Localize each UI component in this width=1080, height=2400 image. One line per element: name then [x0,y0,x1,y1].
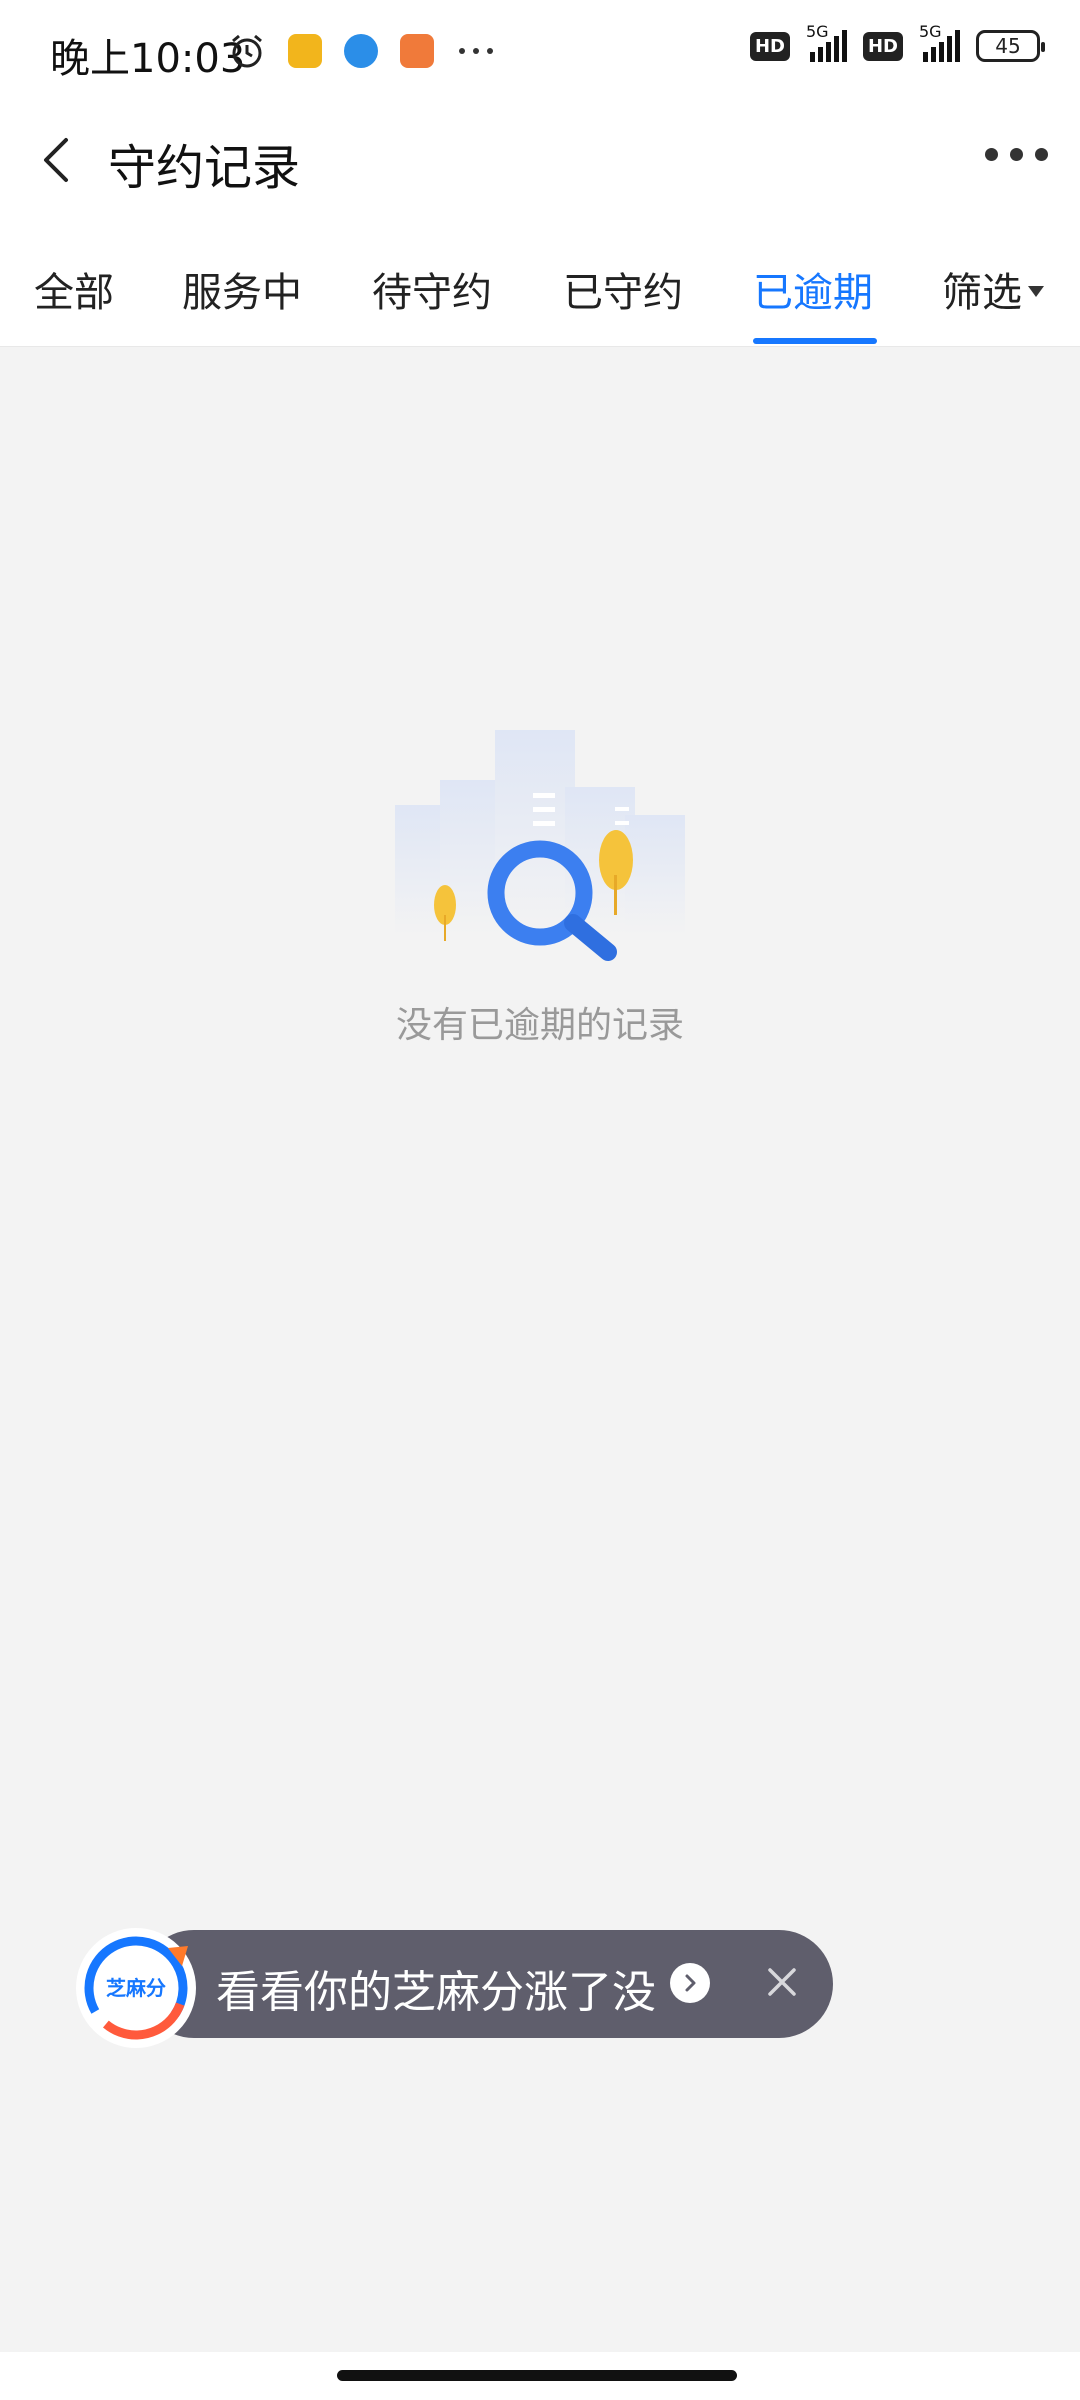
more-options-button[interactable] [985,148,1048,161]
tab-pending[interactable]: 待守约 [372,260,492,318]
active-tab-indicator [753,338,877,344]
empty-state-message: 没有已逾期的记录 [395,1005,684,1046]
tab-all[interactable]: 全部 [34,260,114,318]
caret-down-icon [1028,285,1044,297]
magnifier-illustration-icon [395,730,685,961]
network-type: 5G [805,22,829,41]
promo-text: 看看你的芝麻分涨了没 [216,1967,656,2018]
more-dot-icon [1010,148,1023,161]
home-indicator[interactable] [337,2370,737,2381]
chevron-left-icon [44,138,68,182]
more-dot-icon [985,148,998,161]
chevron-right-icon [685,1974,696,1992]
promo-go-button[interactable] [670,1963,710,2003]
app-icon-orange [400,34,434,68]
battery-icon: 45 [976,30,1045,62]
network-type: 5G [919,22,942,41]
logo-text: 芝麻分 [106,1976,166,2000]
signal-icon: 5G [919,22,960,62]
back-button[interactable] [30,130,90,190]
hd-badge: HD [862,31,903,61]
app-icon-yellow [288,34,322,68]
nav-bar: 守约记录 [0,108,1080,212]
alarm-icon [232,34,262,68]
hd-badge: HD [749,31,790,61]
tab-overdue[interactable]: 已逾期 [753,260,873,318]
close-icon [768,1968,796,1996]
status-bar: 晚上10:03 HD 5G HD 5G 45 [0,0,1080,108]
status-time: 晚上10:03 [50,36,246,82]
more-notifications-icon [459,48,493,54]
promo-close-button[interactable] [760,1960,804,2004]
status-icons-left [228,32,496,70]
battery-level: 45 [995,34,1021,58]
signal-icon: 5G [806,22,847,62]
empty-state-illustration [395,725,685,965]
tab-in-service[interactable]: 服务中 [182,260,302,318]
sesame-credit-logo: 芝麻分 [76,1928,196,2048]
filter-label: 筛选 [942,270,1022,316]
promo-banner[interactable]: 芝麻分 看看你的芝麻分涨了没 [76,1928,833,2048]
filter-button[interactable]: 筛选 [942,260,1044,318]
status-icons-right: HD 5G HD 5G 45 [749,22,1045,62]
tab-bar: 全部 服务中 待守约 已守约 已逾期 筛选 [0,212,1080,347]
tab-fulfilled[interactable]: 已守约 [563,260,683,318]
more-dot-icon [1035,148,1048,161]
page-title: 守约记录 [108,140,301,196]
app-icon-blue [344,34,378,68]
